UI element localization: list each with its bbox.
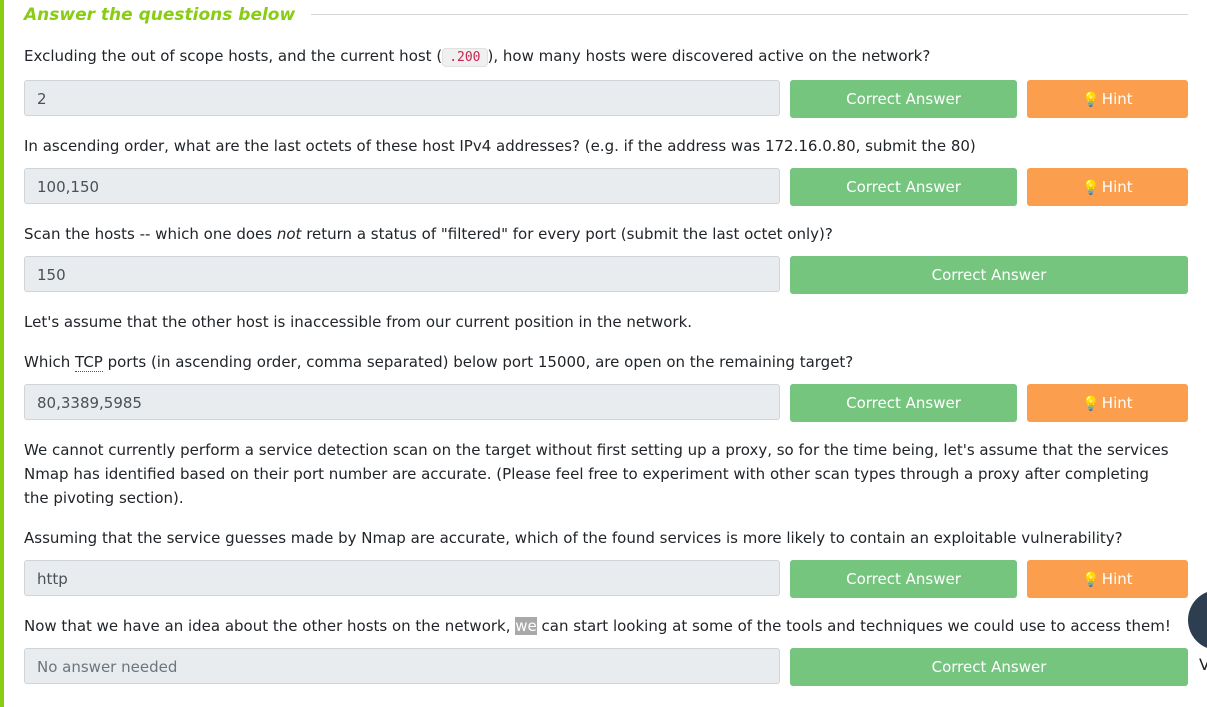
correct-answer-label: Correct Answer <box>846 178 961 196</box>
lightbulb-icon: 💡 <box>1082 396 1100 412</box>
correct-answer-label: Correct Answer <box>931 266 1047 284</box>
question-4-correct-answer-button[interactable]: Correct Answer <box>790 384 1017 422</box>
correct-answer-label: Correct Answer <box>931 658 1047 676</box>
question-1-hint-button[interactable]: 💡 Hint <box>1027 80 1188 118</box>
question-3-text-part: return a status of "filtered" for every … <box>301 225 833 243</box>
question-5-answer-field[interactable]: http <box>24 560 780 596</box>
question-4-hint-button[interactable]: 💡 Hint <box>1027 384 1188 422</box>
question-1-text-part: ), how many hosts were discovered active… <box>487 47 931 65</box>
question-6-text-part: can start looking at some of the tools a… <box>536 617 1171 635</box>
question-1-answer-field[interactable]: 2 <box>24 80 780 116</box>
question-2-text: In ascending order, what are the last oc… <box>24 137 976 155</box>
edge-glyph: V <box>1199 655 1207 674</box>
statement-text: Let's assume that the other host is inac… <box>24 313 693 331</box>
question-1-correct-answer-button[interactable]: Correct Answer <box>790 80 1017 118</box>
chat-bubble-icon[interactable] <box>1188 590 1207 650</box>
question-2-hint-button[interactable]: 💡 Hint <box>1027 168 1188 206</box>
hint-label: Hint <box>1101 394 1133 412</box>
question-3-text-part: Scan the hosts -- which one does <box>24 225 277 243</box>
section-header: Answer the questions below <box>24 3 1188 27</box>
emphasis-text: not <box>276 225 302 243</box>
inline-code: .200 <box>442 48 488 67</box>
hint-label: Hint <box>1101 90 1133 108</box>
question-3-answer-field[interactable]: 150 <box>24 256 780 292</box>
question-4-answer-field[interactable]: 80,3389,5985 <box>24 384 780 420</box>
question-5-correct-answer-button[interactable]: Correct Answer <box>790 560 1017 598</box>
question-2-correct-answer-button[interactable]: Correct Answer <box>790 168 1017 206</box>
question-1-text-part: Excluding the out of scope hosts, and th… <box>24 47 443 65</box>
lightbulb-icon: 💡 <box>1082 92 1100 108</box>
question-3-correct-answer-button[interactable]: Correct Answer <box>790 256 1188 294</box>
task-accent-bar <box>0 0 4 707</box>
question-4-text: Which TCP ports (in ascending order, com… <box>24 350 1184 374</box>
section-title: Answer the questions below <box>24 3 312 27</box>
question-4-text-part: ports (in ascending order, comma separat… <box>102 353 854 371</box>
correct-answer-label: Correct Answer <box>846 394 961 412</box>
question-6-text: Now that we have an idea about the other… <box>24 614 1184 638</box>
correct-answer-label: Correct Answer <box>846 90 961 108</box>
question-1-text: Excluding the out of scope hosts, and th… <box>24 44 1184 70</box>
question-4-text-part: Which <box>24 353 76 371</box>
info-paragraph: We cannot currently perform a service de… <box>24 441 1169 507</box>
hint-label: Hint <box>1101 570 1133 588</box>
lightbulb-icon: 💡 <box>1082 180 1100 196</box>
lightbulb-icon: 💡 <box>1082 572 1100 588</box>
question-2-answer-field[interactable]: 100,150 <box>24 168 780 204</box>
question-6-answer-field[interactable]: No answer needed <box>24 648 780 684</box>
question-3-text: Scan the hosts -- which one does not ret… <box>24 222 1184 246</box>
question-6-correct-answer-button[interactable]: Correct Answer <box>790 648 1188 686</box>
correct-answer-label: Correct Answer <box>846 570 961 588</box>
question-6-text-part: Now that we have an idea about the other… <box>24 617 516 635</box>
hint-label: Hint <box>1101 178 1133 196</box>
question-5-text: Assuming that the service guesses made b… <box>24 529 1123 547</box>
header-divider <box>286 14 1188 15</box>
tcp-abbreviation[interactable]: TCP <box>75 353 103 372</box>
question-5-hint-button[interactable]: 💡 Hint <box>1027 560 1188 598</box>
selected-text: we <box>515 617 537 635</box>
